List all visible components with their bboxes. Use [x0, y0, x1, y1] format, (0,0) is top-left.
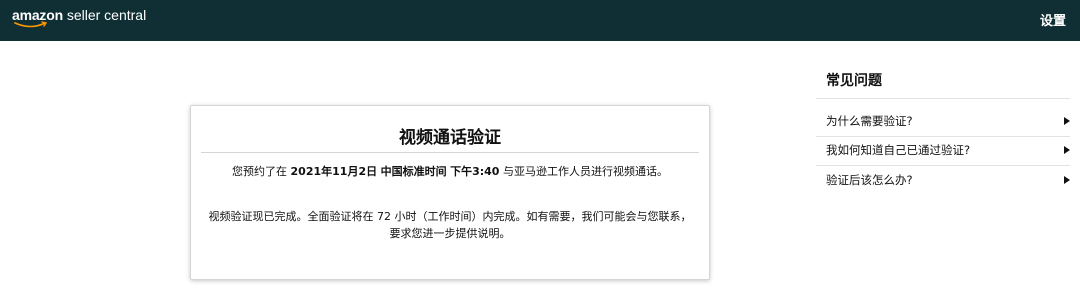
- amazon-seller-central-logo[interactable]: amazon seller central: [12, 6, 147, 28]
- amazon-smile-icon: [14, 21, 48, 28]
- faq-item-label: 为什么需要验证?: [826, 114, 913, 128]
- faq-title: 常见问题: [826, 73, 882, 89]
- appointment-text: 您预约了在 2021年11月2日 中国标准时间 下午3:40 与亚马逊工作人员进…: [191, 163, 709, 179]
- verification-note-line-1: 视频验证现已完成。全面验证将在 72 小时（工作时间）内完成。如有需要，我们可能…: [208, 210, 692, 223]
- faq-divider: [816, 165, 1070, 166]
- faq-item-after-verification[interactable]: 验证后该怎么办?: [826, 168, 1070, 192]
- caret-right-icon: [1064, 117, 1070, 125]
- caret-right-icon: [1064, 146, 1070, 154]
- logo-product-text: seller central: [66, 7, 147, 23]
- verification-note: 视频验证现已完成。全面验证将在 72 小时（工作时间）内完成。如有需要，我们可能…: [191, 208, 709, 242]
- appointment-suffix: 与亚马逊工作人员进行视频通话。: [502, 165, 668, 178]
- faq-item-how-to-know-verified[interactable]: 我如何知道自己已通过验证?: [826, 138, 1070, 162]
- faq-item-label: 验证后该怎么办?: [826, 173, 913, 187]
- appointment-date: 2021年11月2日: [290, 165, 378, 178]
- caret-right-icon: [1064, 176, 1070, 184]
- settings-link[interactable]: 设置: [1040, 10, 1066, 29]
- appointment-time: 下午3:40: [450, 165, 500, 178]
- faq-divider: [816, 136, 1070, 137]
- card-divider: [201, 152, 699, 153]
- faq-item-label: 我如何知道自己已通过验证?: [826, 143, 971, 157]
- appointment-prefix: 您预约了在: [232, 165, 288, 178]
- video-call-verification-card: 视频通话验证 您预约了在 2021年11月2日 中国标准时间 下午3:40 与亚…: [190, 105, 710, 280]
- appointment-timezone: 中国标准时间: [380, 165, 447, 178]
- card-title: 视频通话验证: [399, 128, 501, 148]
- faq-divider: [816, 98, 1070, 99]
- faq-item-why-verify[interactable]: 为什么需要验证?: [826, 109, 1070, 133]
- verification-note-line-2: 要求您进一步提供说明。: [389, 227, 511, 240]
- top-navigation-bar: amazon seller central 设置: [0, 0, 1080, 41]
